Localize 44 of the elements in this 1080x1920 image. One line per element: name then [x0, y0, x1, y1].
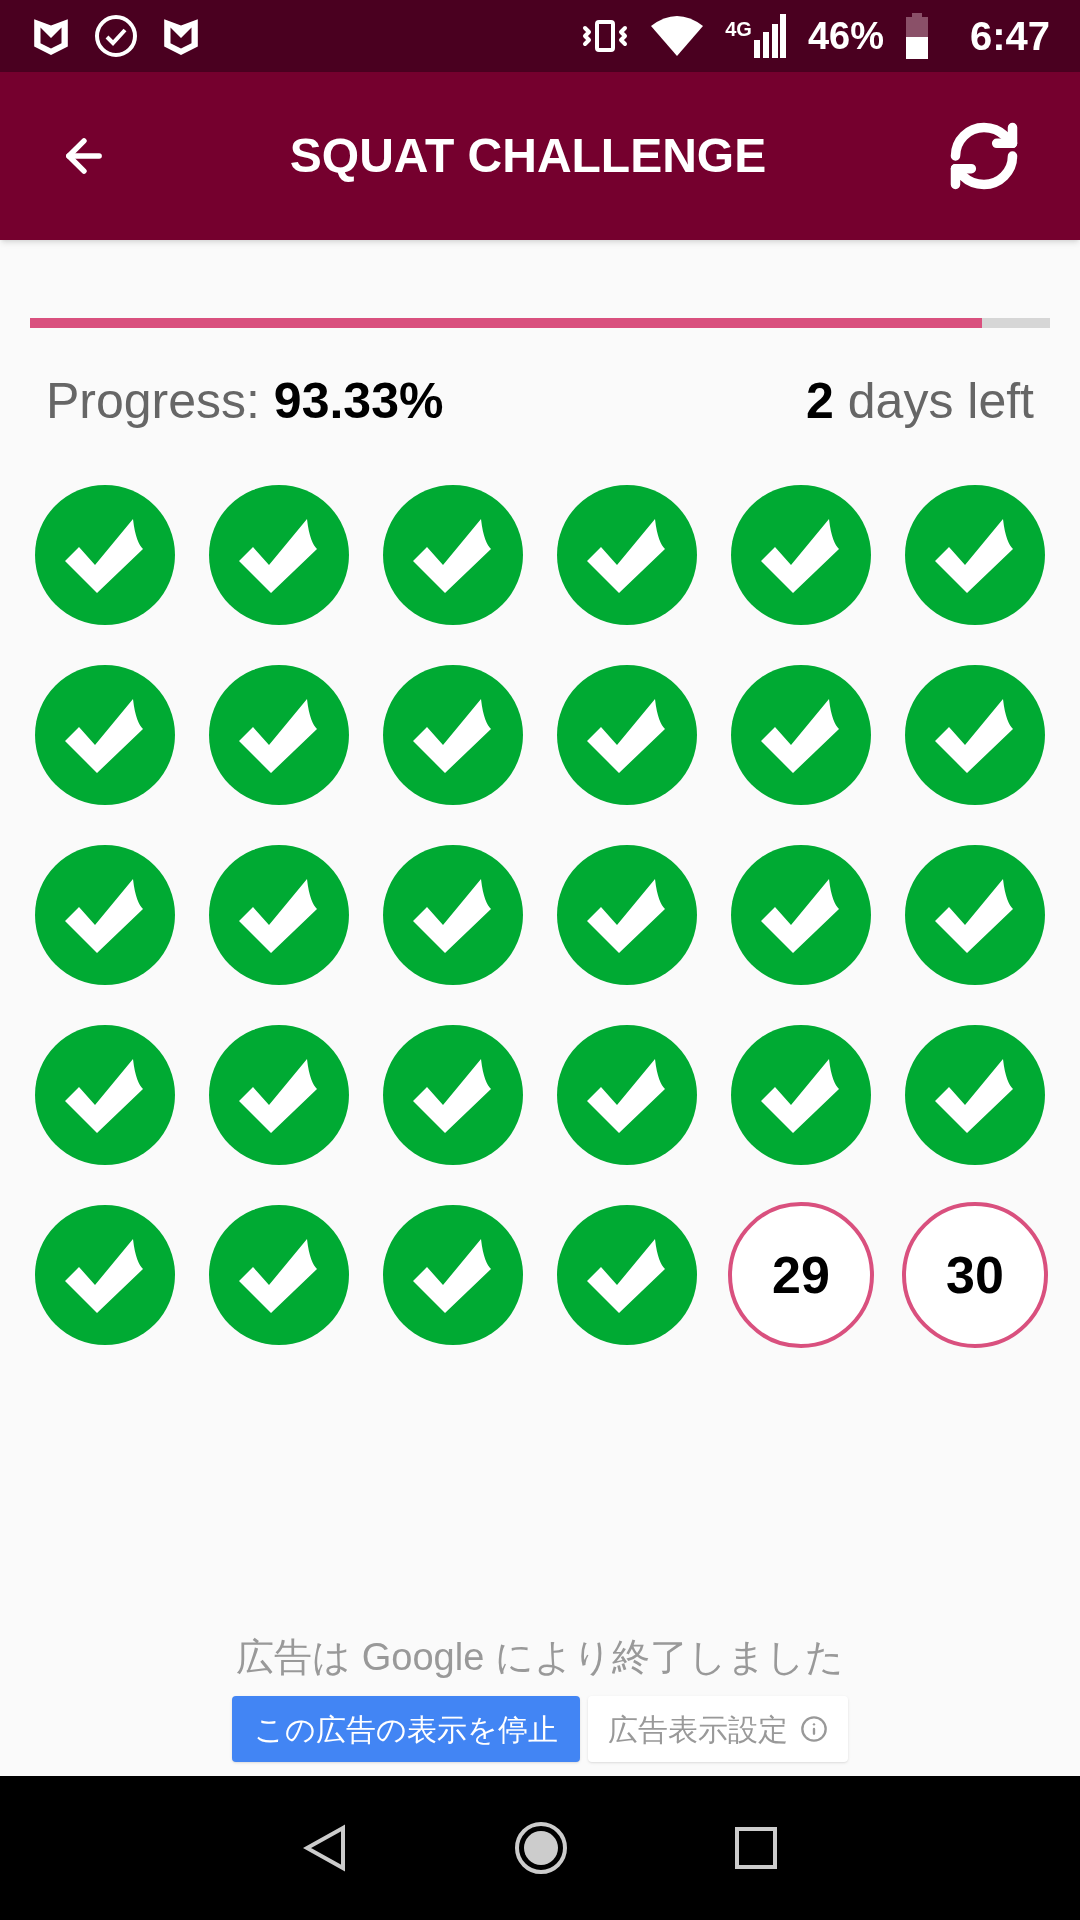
stop-ad-button[interactable]: この広告の表示を停止 — [232, 1696, 580, 1762]
days-left-label: 2 days left — [806, 372, 1034, 431]
completed-day-icon[interactable] — [731, 845, 871, 985]
completed-day-icon[interactable] — [35, 1205, 175, 1345]
battery-icon — [905, 13, 928, 59]
app-title: SQUAT CHALLENGE — [288, 128, 768, 184]
completed-day-icon[interactable] — [383, 485, 523, 625]
signal-icon — [753, 14, 786, 58]
completed-day-icon[interactable] — [731, 1025, 871, 1165]
completed-day-icon[interactable] — [383, 665, 523, 805]
completed-day-icon[interactable] — [557, 1025, 697, 1165]
completed-day-icon[interactable] — [905, 485, 1045, 625]
clock-time: 6:47 — [969, 13, 1050, 60]
battery-percent: 46% — [807, 13, 884, 59]
completed-day-icon[interactable] — [209, 485, 349, 625]
completed-day-icon[interactable] — [383, 1025, 523, 1165]
wifi-icon — [651, 16, 704, 56]
info-icon — [800, 1715, 828, 1743]
completed-day-icon[interactable] — [35, 485, 175, 625]
completed-day-icon[interactable] — [905, 845, 1045, 985]
completed-day-icon[interactable] — [35, 845, 175, 985]
completed-day-icon[interactable] — [209, 1025, 349, 1165]
completed-day-icon[interactable] — [209, 845, 349, 985]
completed-day-icon[interactable] — [557, 845, 697, 985]
completed-day-icon[interactable] — [557, 1205, 697, 1345]
completed-day-icon[interactable] — [35, 1025, 175, 1165]
completed-day-icon[interactable] — [35, 665, 175, 805]
completed-day-icon[interactable] — [731, 665, 871, 805]
completed-day-icon[interactable] — [557, 485, 697, 625]
network-type: 4G — [725, 17, 752, 42]
completed-day-icon[interactable] — [209, 1205, 349, 1345]
home-nav-icon[interactable] — [514, 1821, 568, 1875]
completed-day-icon[interactable] — [209, 665, 349, 805]
recents-nav-icon[interactable] — [734, 1827, 777, 1869]
completed-day-icon[interactable] — [383, 1205, 523, 1345]
completed-day-icon[interactable] — [557, 665, 697, 805]
completed-day-icon[interactable] — [383, 845, 523, 985]
completed-day-icon[interactable] — [905, 1025, 1045, 1165]
check-circle-icon — [94, 14, 138, 58]
progress-label: Progress: 93.33% — [46, 372, 444, 431]
ad-closed-message: 広告は Google により終了しました — [236, 1635, 844, 1680]
completed-day-icon[interactable] — [731, 485, 871, 625]
completed-day-icon[interactable] — [905, 665, 1045, 805]
back-nav-icon[interactable] — [303, 1824, 348, 1872]
